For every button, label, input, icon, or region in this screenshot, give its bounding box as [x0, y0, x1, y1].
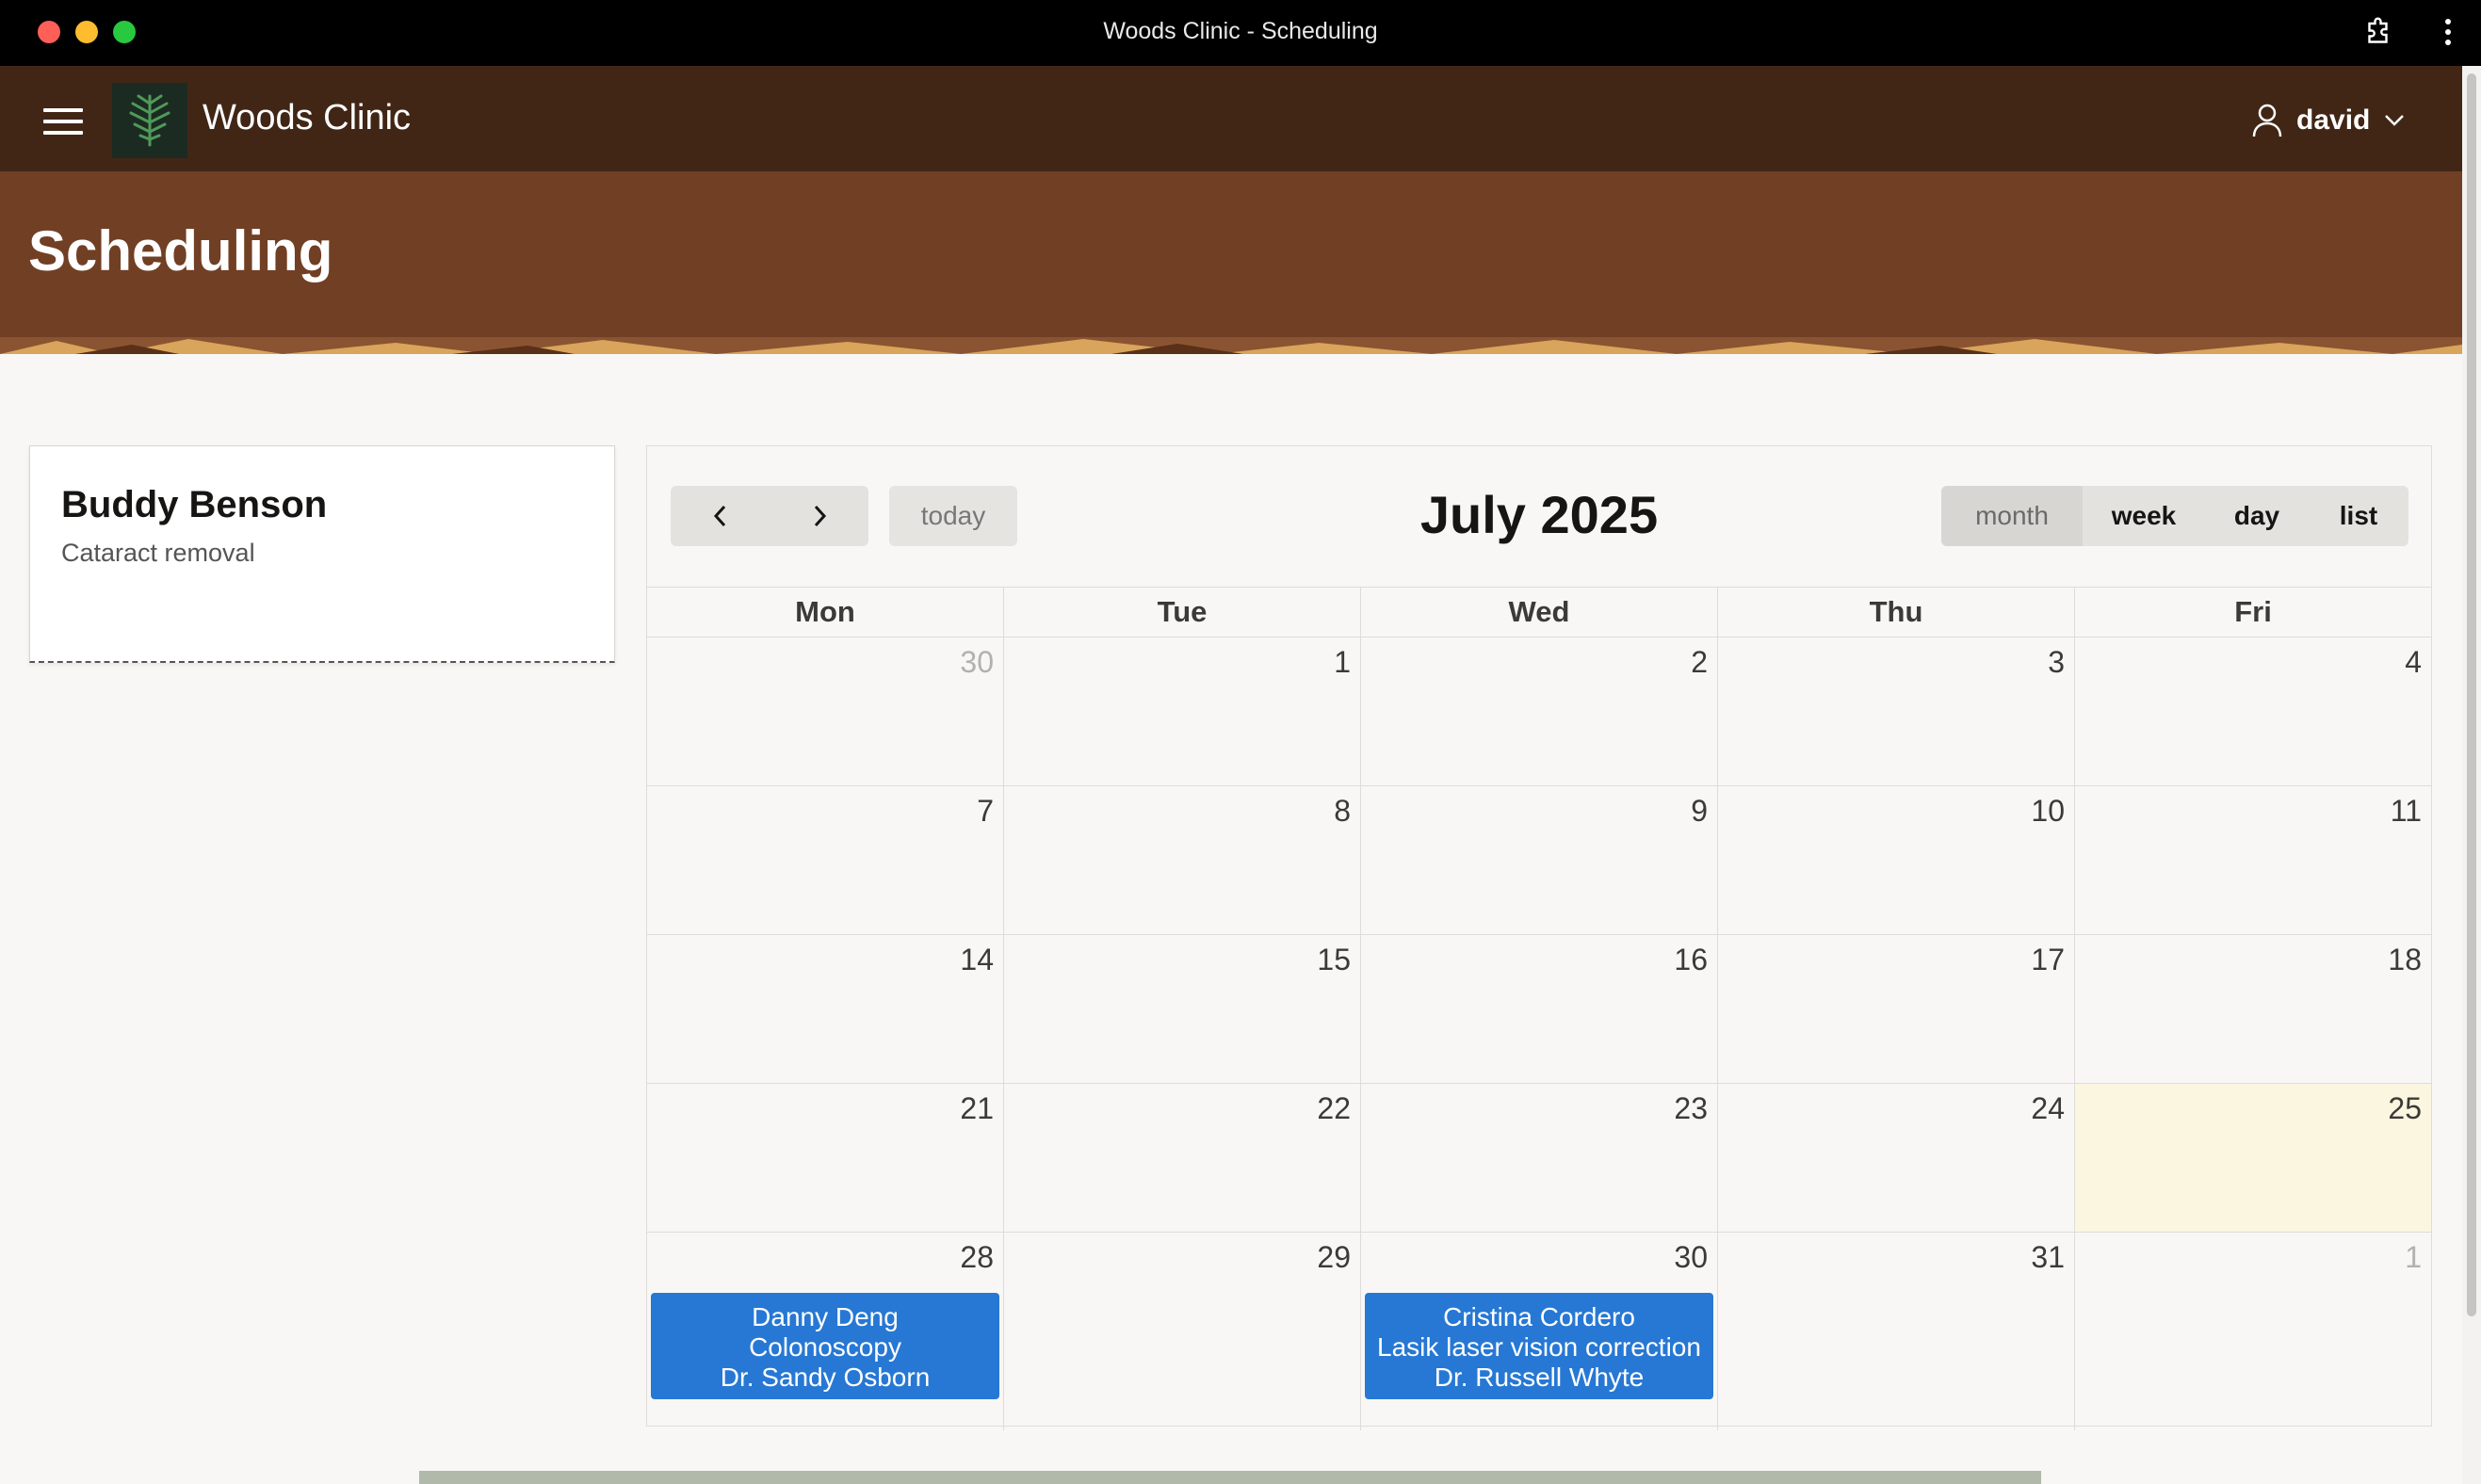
day-cell[interactable]: 9	[1361, 786, 1718, 934]
day-number: 15	[1317, 943, 1351, 976]
day-number: 17	[2031, 943, 2065, 976]
day-number: 29	[1317, 1240, 1351, 1274]
day-number: 1	[1334, 645, 1351, 679]
appointment-event[interactable]: Danny Deng Colonoscopy Dr. Sandy Osborn	[651, 1293, 999, 1399]
day-cell[interactable]: 28 Danny Deng Colonoscopy Dr. Sandy Osbo…	[647, 1233, 1004, 1430]
appointment-event[interactable]: Cristina Cordero Lasik laser vision corr…	[1365, 1293, 1713, 1399]
app-name[interactable]: Woods Clinic	[203, 98, 411, 138]
day-cell[interactable]: 21	[647, 1084, 1004, 1232]
window-title: Woods Clinic - Scheduling	[1103, 18, 1378, 44]
horizontal-scrollbar[interactable]	[419, 1471, 2041, 1484]
day-cell[interactable]: 17	[1718, 935, 2075, 1083]
day-cell[interactable]: 4	[2075, 637, 2431, 785]
week-row: 28 Danny Deng Colonoscopy Dr. Sandy Osbo…	[647, 1233, 2431, 1430]
day-number: 10	[2031, 794, 2065, 828]
today-cell[interactable]: 25	[2075, 1084, 2431, 1232]
top-navbar: Woods Clinic david	[0, 66, 2462, 171]
week-row: 14 15 16 17 18	[647, 935, 2431, 1084]
vertical-scrollbar[interactable]	[2462, 66, 2481, 1484]
user-name: david	[2296, 105, 2371, 136]
day-number: 9	[1691, 794, 1708, 828]
day-cell[interactable]: 7	[647, 786, 1004, 934]
day-number: 24	[2031, 1091, 2065, 1125]
event-patient: Cristina Cordero	[1443, 1302, 1635, 1331]
day-number: 22	[1317, 1091, 1351, 1125]
day-cell[interactable]: 29	[1004, 1233, 1361, 1430]
day-cell[interactable]: 30 Cristina Cordero Lasik laser vision c…	[1361, 1233, 1718, 1430]
view-list-button[interactable]: list	[2309, 486, 2408, 546]
week-row: 30 1 2 3 4	[647, 637, 2431, 786]
decorative-band	[0, 337, 2462, 354]
day-cell[interactable]: 23	[1361, 1084, 1718, 1232]
weekday-tue: Tue	[1004, 588, 1361, 637]
patient-name: Buddy Benson	[61, 484, 328, 525]
day-number: 1	[2405, 1240, 2422, 1274]
weekday-mon: Mon	[647, 588, 1004, 637]
view-day-button[interactable]: day	[2205, 486, 2309, 546]
day-cell[interactable]: 22	[1004, 1084, 1361, 1232]
day-cell[interactable]: 31	[1718, 1233, 2075, 1430]
day-number: 18	[2388, 943, 2422, 976]
day-cell[interactable]: 1	[2075, 1233, 2431, 1430]
month-grid: Mon Tue Wed Thu Fri 30 1 2 3 4 7 8 9 10 …	[647, 587, 2431, 1430]
view-week-button[interactable]: week	[2083, 486, 2205, 546]
day-number: 3	[2048, 645, 2065, 679]
day-cell[interactable]: 2	[1361, 637, 1718, 785]
day-number: 14	[960, 943, 994, 976]
day-number: 8	[1334, 794, 1351, 828]
more-options-icon[interactable]	[2443, 19, 2453, 47]
day-number: 30	[960, 645, 994, 679]
day-number: 2	[1691, 645, 1708, 679]
extension-icon[interactable]	[2362, 15, 2396, 49]
tree-logo-icon	[129, 94, 170, 147]
day-cell[interactable]: 1	[1004, 637, 1361, 785]
view-switcher: month week day list	[1941, 486, 2408, 546]
weekday-wed: Wed	[1361, 588, 1718, 637]
event-doctor: Dr. Russell Whyte	[1434, 1363, 1645, 1392]
day-number: 31	[2031, 1240, 2065, 1274]
week-row: 7 8 9 10 11	[647, 786, 2431, 935]
event-patient: Danny Deng	[752, 1302, 899, 1331]
chevron-down-icon	[2385, 115, 2405, 126]
day-cell[interactable]: 11	[2075, 786, 2431, 934]
weekday-fri: Fri	[2234, 595, 2272, 628]
day-cell[interactable]: 14	[647, 935, 1004, 1083]
day-number: 21	[960, 1091, 994, 1125]
day-cell[interactable]: 3	[1718, 637, 2075, 785]
page: Woods Clinic david Scheduling Buddy Bens…	[0, 66, 2462, 1484]
day-cell[interactable]: 16	[1361, 935, 1718, 1083]
page-title: Scheduling	[28, 219, 333, 282]
page-header: Scheduling	[0, 171, 2462, 354]
user-icon	[2252, 104, 2282, 137]
view-month-button[interactable]: month	[1941, 486, 2083, 546]
day-number: 28	[960, 1240, 994, 1274]
scrollbar-thumb[interactable]	[2467, 73, 2476, 1316]
event-doctor: Dr. Sandy Osborn	[720, 1363, 931, 1392]
weekday-header: Mon Tue Wed Thu Fri	[647, 587, 2431, 637]
day-cell[interactable]: 15	[1004, 935, 1361, 1083]
window-titlebar: Woods Clinic - Scheduling	[0, 0, 2481, 66]
day-cell[interactable]: 8	[1004, 786, 1361, 934]
patient-procedure: Cataract removal	[61, 539, 255, 567]
event-procedure: Colonoscopy	[749, 1332, 901, 1362]
day-cell[interactable]: 30	[647, 637, 1004, 785]
day-number: 16	[1674, 943, 1708, 976]
user-menu[interactable]: david	[2251, 100, 2406, 141]
draggable-patient-card[interactable]: Buddy Benson Cataract removal	[29, 445, 615, 663]
day-number: 25	[2388, 1091, 2422, 1125]
day-number: 23	[1674, 1091, 1708, 1125]
week-row: 21 22 23 24 25	[647, 1084, 2431, 1233]
menu-icon[interactable]	[43, 108, 83, 135]
calendar: today July 2025 month week day list Mon …	[646, 445, 2432, 1430]
day-cell[interactable]: 10	[1718, 786, 2075, 934]
day-number: 30	[1674, 1240, 1708, 1274]
day-cell[interactable]: 24	[1718, 1084, 2075, 1232]
clinic-logo	[112, 83, 187, 158]
day-number: 7	[977, 794, 994, 828]
day-cell[interactable]: 18	[2075, 935, 2431, 1083]
day-number: 11	[2390, 794, 2422, 828]
event-procedure: Lasik laser vision correction	[1377, 1332, 1701, 1362]
weekday-thu: Thu	[1718, 588, 2075, 637]
day-number: 4	[2405, 645, 2422, 679]
